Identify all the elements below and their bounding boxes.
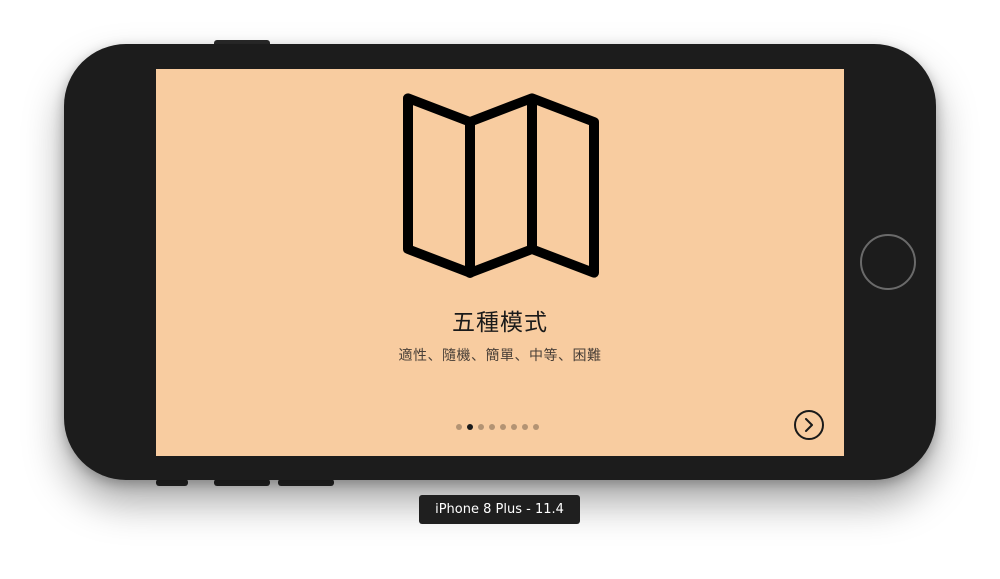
chevron-right-icon [805,418,813,432]
page-dot-6[interactable] [511,424,517,430]
page-dot-1[interactable] [456,424,462,430]
page-dot-8[interactable] [533,424,539,430]
page-indicator[interactable] [456,422,539,432]
page-dot-4[interactable] [489,424,495,430]
home-button[interactable] [860,234,916,290]
volume-down-button [278,479,334,486]
page-dot-3[interactable] [478,424,484,430]
page-dot-2[interactable] [467,424,473,430]
simulator-stage: 五種模式 適性、隨機、簡單、中等、困難 iPhone 8 Plus - 11.4 [0,0,1000,579]
page-title: 五種模式 [452,310,548,336]
next-button[interactable] [794,410,824,440]
simulator-device-label: iPhone 8 Plus - 11.4 [419,495,580,524]
mute-switch [156,479,188,486]
volume-up-button [214,479,270,486]
page-dot-7[interactable] [522,424,528,430]
page-dot-5[interactable] [500,424,506,430]
app-screen[interactable]: 五種模式 適性、隨機、簡單、中等、困難 [156,69,844,456]
page-subtitle: 適性、隨機、簡單、中等、困難 [398,348,602,364]
folded-map-icon [402,81,602,281]
